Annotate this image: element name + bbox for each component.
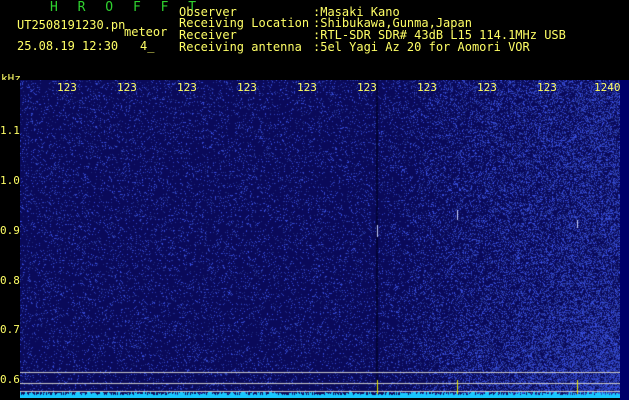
x-tick-label: 123: [237, 82, 257, 93]
right-edge-strip: [620, 80, 629, 400]
y-tick-label: 0.6: [0, 373, 20, 386]
meteor-count: 4_: [140, 39, 155, 53]
header-panel: H R O F F T UT2508191230.pn meteor 25.08…: [0, 0, 629, 80]
x-tick-label: 123: [417, 82, 437, 93]
x-tick-label: 123: [57, 82, 77, 93]
y-tick-label: 0.9: [0, 224, 20, 237]
meteor-label: meteor: [124, 25, 168, 39]
x-tick-label: 123: [297, 82, 317, 93]
x-tick-label: 123: [177, 82, 197, 93]
antenna-label: Receiving antenna: [179, 40, 302, 54]
waterfall-spectrogram: [20, 80, 620, 398]
file-name: UT2508191230.pn: [17, 18, 126, 32]
x-tick-label: 1240: [594, 82, 621, 93]
y-tick-label: 0.8: [0, 274, 20, 287]
x-tick-label: 123: [357, 82, 377, 93]
x-tick-label: 123: [477, 82, 497, 93]
y-tick-label: 1.1: [0, 124, 20, 137]
antenna-value: :5el Yagi Az 20 for Aomori VOR: [313, 40, 530, 54]
x-tick-label: 123: [537, 82, 557, 93]
y-tick-label: 0.7: [0, 323, 20, 336]
y-tick-label: 1.0: [0, 174, 20, 187]
timestamp: 25.08.19 12:30: [17, 39, 119, 53]
x-tick-label: 123: [117, 82, 137, 93]
